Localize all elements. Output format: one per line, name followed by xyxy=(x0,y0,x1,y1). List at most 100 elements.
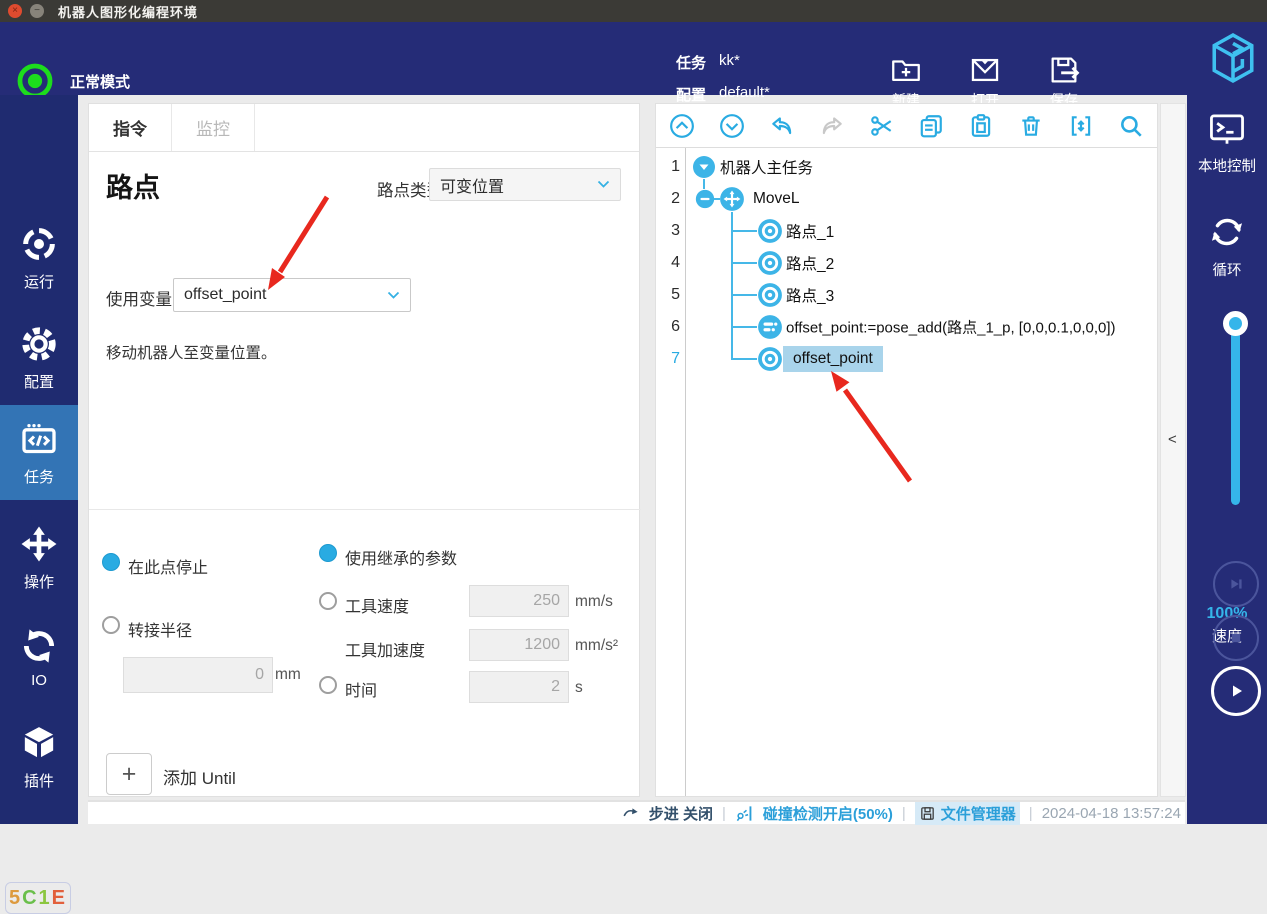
step-mode-status[interactable]: 步进 关闭 xyxy=(649,803,713,824)
cut-button[interactable] xyxy=(868,112,896,140)
sidebar-item-run[interactable]: 运行 xyxy=(0,210,78,305)
movel-icon[interactable] xyxy=(719,186,745,212)
time-radio[interactable] xyxy=(319,676,337,694)
time-input[interactable]: 2 xyxy=(469,671,569,703)
inherit-params-radio[interactable] xyxy=(319,544,337,562)
left-nav-sidebar: 运行 配置 任务 IO 操作 xyxy=(0,95,78,824)
search-icon xyxy=(1118,113,1144,139)
sidebar-item-task[interactable]: 任务 xyxy=(0,405,78,500)
tool-speed-input[interactable]: 250 xyxy=(469,585,569,617)
blend-radius-radio[interactable] xyxy=(102,616,120,634)
tree-row-pose-add[interactable]: offset_point:=pose_add(路点_1_p, [0,0,0.1,… xyxy=(786,317,1116,338)
loop-button[interactable]: 循环 xyxy=(1187,213,1267,280)
file-manager-icon xyxy=(919,805,936,822)
replace-fit-button[interactable] xyxy=(1067,112,1095,140)
run-target-icon xyxy=(19,224,59,264)
tree-connector xyxy=(731,212,733,360)
tree-collapse-strip[interactable]: < xyxy=(1160,103,1186,797)
window-minimize-button[interactable]: − xyxy=(30,4,44,18)
speed-slider-thumb[interactable] xyxy=(1223,311,1248,336)
circle-up-icon xyxy=(669,113,695,139)
copy-button[interactable] xyxy=(917,112,945,140)
move-up-button[interactable] xyxy=(668,112,696,140)
tree-row-waypoint3[interactable]: 路点_3 xyxy=(786,284,834,306)
redo-button[interactable] xyxy=(818,112,846,140)
device-code-badge: 5C1E xyxy=(5,882,71,914)
waypoint-icon[interactable] xyxy=(757,346,783,372)
page-title: 路点 xyxy=(106,166,160,205)
waypoint-icon[interactable] xyxy=(757,218,783,244)
collision-detect-status[interactable]: 碰撞检测开启(50%) xyxy=(763,803,893,824)
tool-speed-radio[interactable] xyxy=(319,592,337,610)
new-task-button[interactable]: 新建 xyxy=(874,53,938,110)
use-variable-label: 使用变量 xyxy=(106,286,172,310)
add-until-label: 添加 Until xyxy=(163,764,236,789)
stop-here-label: 在此点停止 xyxy=(128,554,208,578)
task-code-icon xyxy=(19,419,59,459)
tree-connector xyxy=(703,179,705,189)
section-divider xyxy=(89,509,641,510)
use-variable-dropdown[interactable]: offset_point xyxy=(173,278,411,312)
gear-icon xyxy=(19,324,59,364)
search-button[interactable] xyxy=(1117,112,1145,140)
tab-monitor[interactable]: 监控 xyxy=(172,104,255,151)
stop-button[interactable] xyxy=(1213,615,1259,661)
paste-button[interactable] xyxy=(967,112,995,140)
tree-row-main-task[interactable]: 机器人主任务 xyxy=(720,156,813,178)
file-manager-button[interactable]: 文件管理器 xyxy=(915,802,1020,825)
line-number: 2 xyxy=(656,190,680,208)
right-control-sidebar: 本地控制 循环 100% 速度 xyxy=(1187,95,1267,824)
sidebar-item-operate[interactable]: IO 操作 xyxy=(0,510,78,605)
panel-tabbar: 指令 监控 xyxy=(89,104,639,152)
move-arrows-icon xyxy=(19,524,59,564)
tool-accel-unit: mm/s² xyxy=(575,637,618,655)
waypoint-type-dropdown[interactable]: 可变位置 xyxy=(429,168,621,201)
instruction-description: 移动机器人至变量位置。 xyxy=(106,341,277,363)
blend-radius-input[interactable]: 0 xyxy=(123,657,273,693)
open-task-button[interactable]: 打开 xyxy=(953,53,1017,110)
move-down-button[interactable] xyxy=(718,112,746,140)
task-label: 任务 xyxy=(676,52,710,73)
delete-button[interactable] xyxy=(1017,112,1045,140)
tree-row-movel[interactable]: MoveL xyxy=(753,190,800,208)
line-number: 6 xyxy=(656,318,680,336)
save-icon xyxy=(1047,53,1081,87)
config-name: default* xyxy=(719,84,770,105)
tab-instruction[interactable]: 指令 xyxy=(89,104,172,151)
sidebar-item-io[interactable]: IO xyxy=(0,610,78,705)
save-task-button[interactable]: 保存 xyxy=(1032,53,1096,110)
collapse-minus-icon[interactable] xyxy=(695,189,715,209)
skip-icon xyxy=(1225,573,1247,595)
tree-connector xyxy=(732,262,757,264)
sidebar-item-config[interactable]: 配置 xyxy=(0,310,78,405)
add-until-button[interactable]: + xyxy=(106,753,152,795)
new-folder-icon xyxy=(889,53,923,87)
tree-toolbar xyxy=(656,104,1157,148)
instruction-panel: 指令 监控 路点 路点类型 可变位置 移动机器人至变量位置。 使用变量 offs… xyxy=(88,103,640,797)
status-divider: | xyxy=(1029,805,1033,822)
undo-icon xyxy=(769,113,795,139)
scissors-icon xyxy=(869,113,895,139)
tree-row-waypoint2[interactable]: 路点_2 xyxy=(786,252,834,274)
undo-button[interactable] xyxy=(768,112,796,140)
tree-connector xyxy=(732,294,757,296)
speed-slider-track[interactable] xyxy=(1231,323,1240,505)
stop-here-radio[interactable] xyxy=(102,553,120,571)
status-bar: 步进 关闭 | 碰撞检测开启(50%) | 文件管理器 | 2024-04-18… xyxy=(88,800,1185,824)
open-file-icon xyxy=(968,53,1002,87)
step-forward-button[interactable] xyxy=(1213,561,1259,607)
loop-icon xyxy=(1208,213,1246,251)
line-number: 1 xyxy=(656,158,680,176)
variable-assign-icon[interactable] xyxy=(757,314,783,340)
play-button[interactable] xyxy=(1211,666,1261,716)
local-control-button[interactable]: 本地控制 xyxy=(1187,111,1267,176)
waypoint-icon[interactable] xyxy=(757,282,783,308)
waypoint-icon[interactable] xyxy=(757,250,783,276)
tree-row-waypoint1[interactable]: 路点_1 xyxy=(786,220,834,242)
sidebar-item-plugin[interactable]: 插件 xyxy=(0,709,78,804)
tree-row-offset-point-selected[interactable]: offset_point xyxy=(783,346,883,372)
expand-icon[interactable] xyxy=(692,155,716,179)
window-close-button[interactable]: × xyxy=(8,4,22,18)
tool-accel-input[interactable]: 1200 xyxy=(469,629,569,661)
brand-logo-icon xyxy=(1208,30,1258,86)
